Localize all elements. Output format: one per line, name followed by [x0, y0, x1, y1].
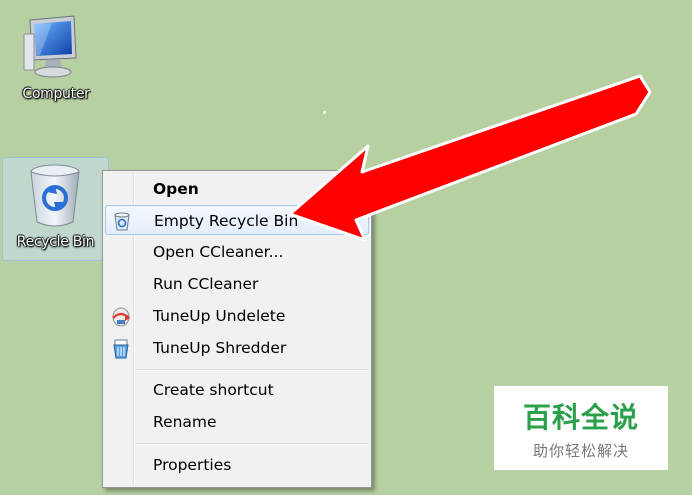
baike-watermark: 百科全说 助你轻松解决: [494, 386, 668, 470]
watermark-title: 百科全说: [522, 401, 639, 434]
watermark-subtitle: 助你轻松解决: [532, 442, 629, 460]
